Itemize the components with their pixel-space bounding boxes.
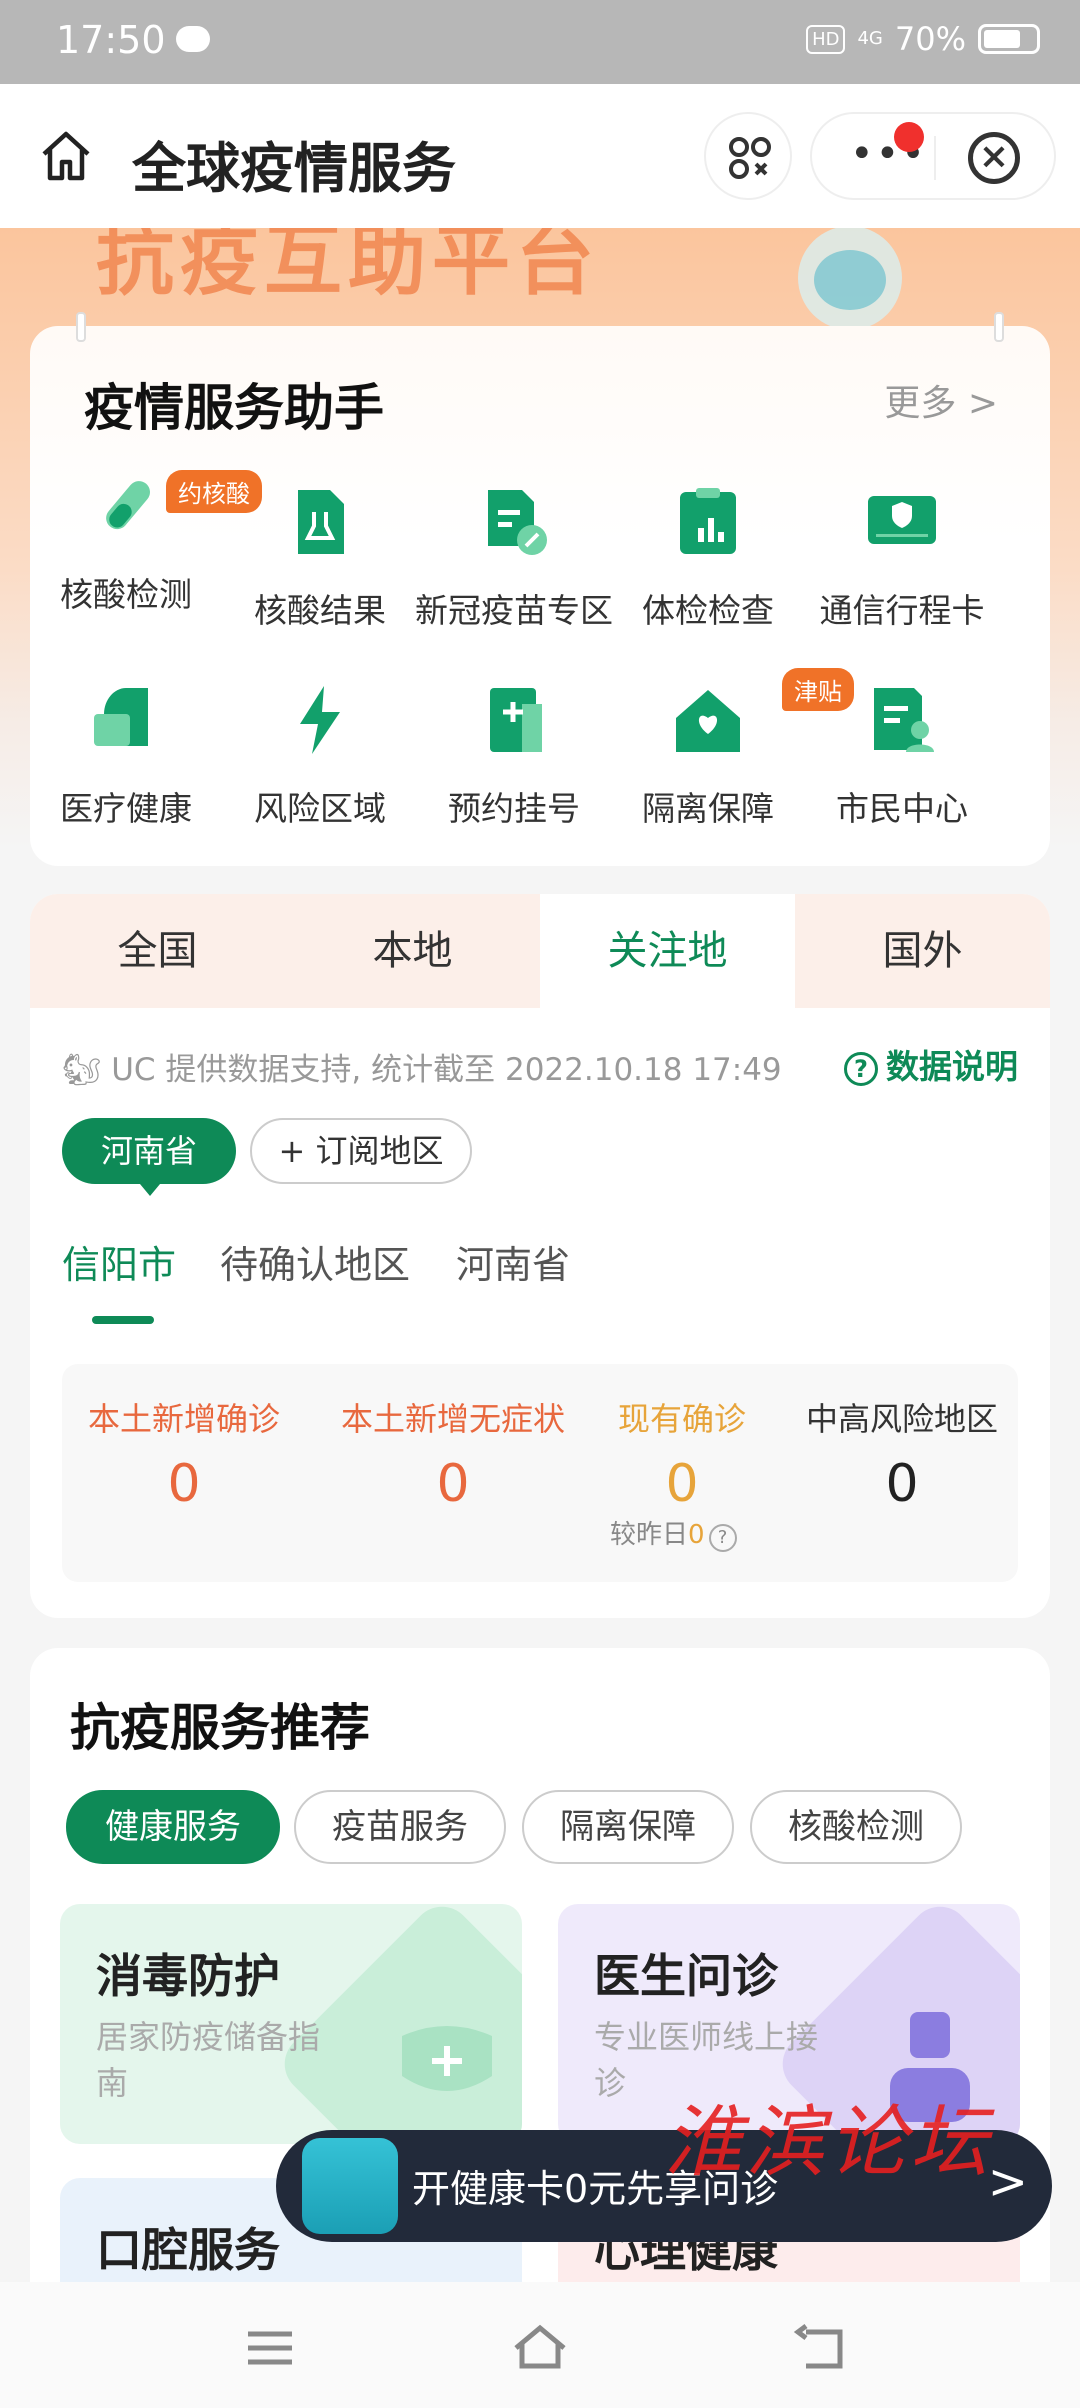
service-item-medical-health[interactable]: 医疗健康 bbox=[24, 684, 228, 830]
region-chip[interactable]: 河南省 bbox=[62, 1118, 236, 1196]
service-item-travel-card[interactable]: 通信行程卡 bbox=[800, 486, 1004, 632]
status-indicators: HD 4G 70% bbox=[806, 20, 1040, 58]
citizen-card-icon bbox=[874, 688, 934, 752]
service-item-registration[interactable]: 预约挂号 bbox=[412, 684, 616, 830]
tab-local[interactable]: 本地 bbox=[285, 894, 540, 1008]
signal-icon: 4G bbox=[857, 28, 883, 49]
service-item-citizen-center[interactable]: 市民中心 bbox=[800, 684, 1004, 830]
compare-yesterday: 较昨日0? bbox=[610, 1514, 737, 1552]
battery-percent: 70% bbox=[894, 20, 966, 58]
battery-icon bbox=[978, 24, 1040, 54]
status-time: 17:50 bbox=[56, 18, 166, 62]
back-icon[interactable] bbox=[792, 2318, 852, 2378]
squirrel-icon: 🐿 bbox=[62, 1052, 102, 1088]
notification-dot bbox=[894, 122, 924, 152]
home-nav-icon[interactable] bbox=[510, 2318, 570, 2378]
pill-quarantine[interactable]: 隔离保障 bbox=[522, 1790, 734, 1864]
stat-risk-areas: 中高风险地区 0 bbox=[805, 1400, 998, 1514]
question-icon: ? bbox=[844, 1051, 878, 1086]
service-item-vaccine-zone[interactable]: 新冠疫苗专区 bbox=[412, 486, 616, 632]
subscribe-region-button[interactable]: + 订阅地区 bbox=[250, 1118, 472, 1184]
stats-panel: 本土新增确诊 0 本土新增无症状 0 现有确诊 0 中高风险地区 0 较昨日0? bbox=[62, 1364, 1018, 1582]
tile-disinfection[interactable]: 消毒防护 居家防疫储备指南 bbox=[60, 1904, 522, 2144]
stat-new-asymptomatic: 本土新增无症状 0 bbox=[340, 1400, 565, 1514]
result-document-icon bbox=[298, 490, 344, 554]
scan-icon bbox=[729, 137, 771, 179]
epidemic-data-card: 全国 本地 关注地 国外 🐿 UC 提供数据支持, 统计截至 2022.10.1… bbox=[30, 894, 1050, 1618]
chevron-right-icon: > bbox=[967, 383, 998, 424]
subtab-province[interactable]: 河南省 bbox=[456, 1234, 570, 1289]
status-bar: 17:50 HD 4G 70% bbox=[0, 0, 1080, 84]
capsule-menu: ••• × bbox=[810, 112, 1056, 200]
tab-followed[interactable]: 关注地 bbox=[540, 894, 795, 1008]
subtab-pending[interactable]: 待确认地区 bbox=[220, 1234, 410, 1289]
help-icon[interactable]: ? bbox=[708, 1524, 737, 1552]
medical-card-icon bbox=[490, 688, 542, 752]
tab-overseas[interactable]: 国外 bbox=[795, 894, 1050, 1008]
pill-vaccine-service[interactable]: 疫苗服务 bbox=[294, 1790, 506, 1864]
mini-program-nav-bar: 全球疫情服务 ••• × bbox=[0, 84, 1080, 228]
stat-new-confirmed: 本土新增确诊 0 bbox=[87, 1400, 280, 1514]
service-item-risk-areas[interactable]: 风险区域 bbox=[218, 684, 422, 830]
stat-current-confirmed: 现有确诊 0 bbox=[617, 1400, 746, 1514]
subtab-city[interactable]: 信阳市 bbox=[62, 1234, 176, 1289]
data-explanation-link[interactable]: ? 数据说明 bbox=[844, 1040, 1018, 1088]
menu-icon[interactable] bbox=[240, 2318, 300, 2378]
service-item-nucleic-result[interactable]: 核酸结果 bbox=[218, 486, 422, 632]
active-subtab-indicator bbox=[92, 1316, 154, 1324]
clipboard-chart-icon bbox=[680, 488, 736, 554]
scan-button[interactable] bbox=[704, 112, 792, 200]
system-navigation-bar bbox=[0, 2282, 1080, 2408]
service-item-quarantine[interactable]: 隔离保障 bbox=[606, 684, 810, 830]
wechat-notification-icon bbox=[176, 26, 210, 52]
home-icon[interactable] bbox=[38, 128, 94, 184]
region-tabs: 全国 本地 关注地 国外 bbox=[30, 894, 1050, 1008]
watermark: 淮滨论坛 bbox=[664, 2098, 993, 2188]
shield-card-icon bbox=[868, 496, 936, 544]
vaccine-document-icon bbox=[488, 490, 547, 555]
close-icon[interactable]: × bbox=[968, 132, 1020, 184]
test-tube-icon bbox=[106, 481, 150, 530]
lightning-icon bbox=[300, 686, 340, 754]
chevron-right-icon: > bbox=[987, 2154, 1028, 2210]
banner-text: 抗疫互助平台 bbox=[96, 228, 601, 306]
data-source-text: 🐿 UC 提供数据支持, 统计截至 2022.10.18 17:49 bbox=[62, 1052, 782, 1088]
hd-icon: HD bbox=[806, 24, 846, 54]
heart-cross-icon bbox=[94, 688, 148, 746]
more-button[interactable]: 更多 > bbox=[884, 374, 998, 426]
pill-health-service[interactable]: 健康服务 bbox=[66, 1790, 280, 1864]
pill-nucleic-test[interactable]: 核酸检测 bbox=[750, 1790, 962, 1864]
recommend-title: 抗疫服务推荐 bbox=[70, 1699, 370, 1757]
tab-nationwide[interactable]: 全国 bbox=[30, 894, 285, 1008]
page-title: 全球疫情服务 bbox=[132, 137, 456, 200]
mask-icon bbox=[402, 2026, 492, 2091]
service-section-title: 疫情服务助手 bbox=[84, 379, 384, 437]
house-plus-icon bbox=[676, 690, 740, 752]
service-assistant-card: 疫情服务助手 更多 > 核酸检测 约核酸 核酸结果 新冠疫苗专区 体检检查 通信… bbox=[30, 312, 1050, 866]
service-item-physical-exam[interactable]: 体检检查 bbox=[606, 486, 810, 632]
mascot-avatar-icon bbox=[302, 2138, 398, 2234]
